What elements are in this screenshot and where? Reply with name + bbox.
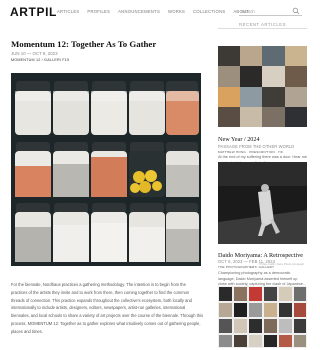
nav-articles[interactable]: ARTICLES bbox=[57, 9, 79, 14]
card-2-venue: THE PHOTOGRAPHERS' GALLERY bbox=[218, 265, 275, 269]
search-icon[interactable] bbox=[292, 7, 300, 15]
bw-photo bbox=[218, 162, 307, 244]
card-2-title[interactable]: Daido Moriyama: A Retrospective bbox=[218, 252, 303, 259]
article-body: For the biennale, Nordhaus practices a g… bbox=[11, 282, 203, 334]
nav-profiles[interactable]: PROFILES bbox=[87, 9, 110, 14]
card-1-subtitle: PASSAGE FROM THE OTHER WORLD bbox=[218, 144, 295, 149]
nav-announcements[interactable]: ANNOUNCEMENTS bbox=[118, 9, 160, 14]
article-venue[interactable]: MOMENTUM 12 / GALLERI F15 bbox=[11, 58, 201, 62]
article-title: Momentum 12: Together As To Gather bbox=[11, 39, 157, 49]
jar-row-middle bbox=[15, 142, 199, 197]
card-1-image[interactable] bbox=[218, 46, 307, 127]
site-header: ARTPIL ARTICLES PROFILES ANNOUNCEMENTS W… bbox=[0, 0, 318, 24]
card-2-subtitle: OCT 6, 2023 — FEB 11, 2024 bbox=[218, 259, 276, 264]
card-1-title[interactable]: New Year / 2024 bbox=[218, 136, 260, 143]
jar-row-top bbox=[15, 81, 199, 135]
card-2-image[interactable] bbox=[218, 162, 307, 244]
main-nav: ARTICLES PROFILES ANNOUNCEMENTS WORKS CO… bbox=[57, 9, 249, 14]
sidebar-divider bbox=[218, 28, 307, 29]
article-dates: JUN 10 — OCT 8, 2023 bbox=[11, 51, 58, 56]
article-header: Momentum 12: Together As To Gather JUN 1… bbox=[11, 39, 201, 62]
card-1-venue: MATTHEW HONG · PRESCRIPTION · HK bbox=[218, 150, 283, 154]
article-hero-image bbox=[11, 73, 201, 266]
card-3-image[interactable] bbox=[218, 286, 307, 348]
nav-works[interactable]: WORKS bbox=[168, 9, 185, 14]
grid-photo bbox=[218, 286, 307, 348]
nav-collections[interactable]: COLLECTIONS bbox=[193, 9, 225, 14]
jars-photo bbox=[11, 73, 201, 266]
collage-photo bbox=[218, 46, 307, 127]
jar-row-bottom bbox=[15, 203, 199, 262]
search-box bbox=[239, 7, 302, 16]
sidebar-heading: RECENT ARTICLES bbox=[239, 22, 286, 27]
site-logo[interactable]: ARTPIL bbox=[10, 5, 57, 19]
search-input[interactable] bbox=[241, 8, 291, 15]
